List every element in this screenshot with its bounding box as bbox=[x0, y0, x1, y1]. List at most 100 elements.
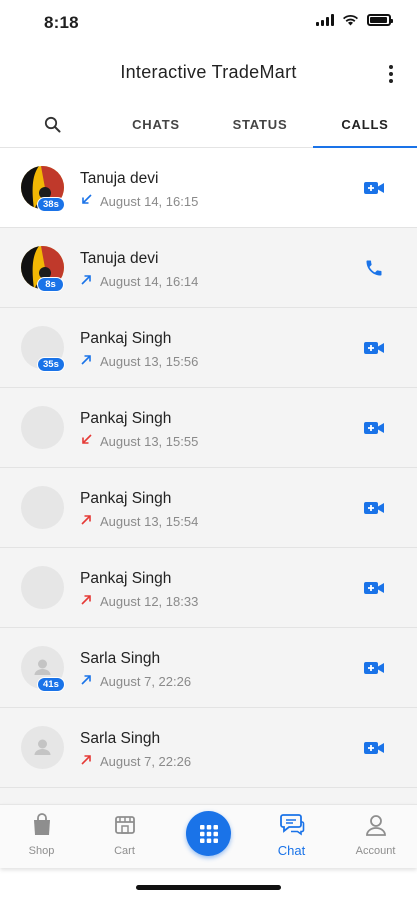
avatar: 35s bbox=[21, 326, 65, 372]
call-time: August 14, 16:15 bbox=[100, 193, 199, 209]
avatar: 38s bbox=[21, 166, 65, 212]
nav-cart-label: Cart bbox=[114, 845, 135, 857]
avatar: 41s bbox=[21, 646, 65, 692]
call-meta: August 12, 18:33 bbox=[80, 593, 198, 609]
video-call-button[interactable] bbox=[363, 177, 385, 199]
battery-icon bbox=[367, 14, 393, 26]
video-call-button[interactable] bbox=[363, 497, 385, 519]
call-row[interactable]: Pankaj Singh August 12, 18:33 bbox=[0, 548, 417, 628]
missed-incoming-call-arrow-icon bbox=[82, 434, 92, 444]
caller-name: Sarla Singh bbox=[80, 730, 161, 747]
call-row[interactable]: 35s Pankaj Singh August 13, 15:56 bbox=[0, 308, 417, 388]
video-call-icon bbox=[364, 422, 384, 434]
apps-grid-button[interactable] bbox=[186, 811, 231, 856]
call-meta: August 7, 22:26 bbox=[80, 753, 191, 769]
tab-status[interactable]: STATUS bbox=[208, 100, 312, 148]
status-time: 8:18 bbox=[44, 13, 79, 32]
search-icon bbox=[44, 116, 60, 132]
nav-chat-label: Chat bbox=[277, 843, 306, 858]
tab-calls[interactable]: CALLS bbox=[313, 100, 417, 149]
nav-account[interactable]: Account bbox=[334, 811, 417, 863]
tab-bar: CHATS STATUS CALLS bbox=[0, 100, 417, 149]
call-row[interactable]: Pankaj Singh August 13, 15:55 bbox=[0, 388, 417, 468]
video-call-icon bbox=[364, 502, 384, 514]
nav-cart[interactable]: Cart bbox=[83, 811, 166, 863]
nav-shop[interactable]: Shop bbox=[0, 811, 83, 863]
call-meta: August 13, 15:54 bbox=[80, 513, 198, 529]
incoming-call-arrow-icon bbox=[82, 194, 92, 204]
avatar bbox=[21, 566, 64, 609]
caller-name: Pankaj Singh bbox=[80, 410, 172, 427]
call-meta: August 14, 16:15 bbox=[80, 193, 198, 209]
call-duration-badge: 8s bbox=[37, 277, 64, 292]
default-person-icon bbox=[34, 739, 51, 755]
missed-outgoing-call-arrow-icon bbox=[81, 595, 91, 605]
outgoing-call-arrow-icon bbox=[81, 275, 91, 285]
call-row[interactable]: Sarla Singh August 7, 22:26 bbox=[0, 708, 417, 788]
call-duration-badge: 41s bbox=[37, 677, 65, 692]
video-call-icon bbox=[364, 662, 384, 674]
caller-name: Tanuja devi bbox=[80, 170, 159, 187]
call-meta: August 14, 16:14 bbox=[80, 273, 198, 289]
call-row[interactable]: 38s Tanuja devi August 14, 16:15 bbox=[0, 148, 417, 228]
wifi-icon bbox=[343, 14, 358, 26]
nav-account-label: Account bbox=[355, 845, 396, 857]
cellular-signal-icon bbox=[316, 14, 334, 26]
video-call-button[interactable] bbox=[363, 577, 385, 599]
tab-chats[interactable]: CHATS bbox=[104, 100, 208, 148]
missed-outgoing-call-arrow-icon bbox=[81, 755, 91, 765]
nav-shop-label: Shop bbox=[28, 845, 55, 857]
grid-icon bbox=[199, 824, 218, 843]
home-indicator bbox=[136, 885, 281, 890]
caller-name: Pankaj Singh bbox=[80, 490, 172, 507]
nav-chat[interactable]: Chat bbox=[250, 811, 333, 863]
app-header: Interactive TradeMart bbox=[0, 48, 417, 100]
avatar bbox=[21, 486, 64, 529]
tab-search[interactable] bbox=[0, 100, 104, 148]
call-meta: August 13, 15:56 bbox=[80, 353, 198, 369]
call-duration-badge: 35s bbox=[37, 357, 65, 372]
chat-bubbles-icon bbox=[279, 814, 304, 836]
video-call-icon bbox=[364, 742, 384, 754]
call-time: August 13, 15:56 bbox=[100, 353, 199, 369]
call-meta: August 7, 22:26 bbox=[80, 673, 191, 689]
call-row[interactable]: Pankaj Singh August 13, 15:54 bbox=[0, 468, 417, 548]
caller-name: Pankaj Singh bbox=[80, 570, 172, 587]
video-call-button[interactable] bbox=[363, 657, 385, 679]
video-call-icon bbox=[364, 342, 384, 354]
video-call-button[interactable] bbox=[363, 417, 385, 439]
status-bar: 8:18 bbox=[0, 0, 417, 48]
call-duration-badge: 38s bbox=[37, 197, 65, 212]
outgoing-call-arrow-icon bbox=[81, 355, 91, 365]
call-list[interactable]: 38s Tanuja devi August 14, 16:15 8s Tanu… bbox=[0, 148, 417, 804]
video-call-button[interactable] bbox=[363, 337, 385, 359]
caller-name: Pankaj Singh bbox=[80, 330, 172, 347]
overflow-menu-button[interactable] bbox=[379, 60, 403, 88]
voice-call-button[interactable] bbox=[363, 257, 385, 279]
video-call-icon bbox=[364, 582, 384, 594]
video-call-button[interactable] bbox=[363, 737, 385, 759]
caller-name: Sarla Singh bbox=[80, 650, 161, 667]
avatar bbox=[21, 726, 64, 769]
missed-outgoing-call-arrow-icon bbox=[81, 515, 91, 525]
status-icons bbox=[316, 14, 393, 26]
call-row[interactable]: 41s Sarla Singh August 7, 22:26 bbox=[0, 628, 417, 708]
account-icon bbox=[365, 815, 386, 836]
call-time: August 14, 16:14 bbox=[100, 273, 199, 289]
caller-name: Tanuja devi bbox=[80, 250, 159, 267]
storefront-icon bbox=[114, 816, 135, 834]
call-time: August 13, 15:55 bbox=[100, 433, 199, 449]
call-time: August 12, 18:33 bbox=[100, 593, 199, 609]
avatar bbox=[21, 406, 64, 449]
call-meta: August 13, 15:55 bbox=[80, 433, 198, 449]
outgoing-call-arrow-icon bbox=[81, 675, 91, 685]
call-time: August 13, 15:54 bbox=[100, 513, 199, 529]
shopping-bag-icon bbox=[33, 813, 50, 835]
call-row[interactable]: 8s Tanuja devi August 14, 16:14 bbox=[0, 228, 417, 308]
call-time: August 7, 22:26 bbox=[100, 753, 192, 769]
avatar: 8s bbox=[21, 246, 64, 292]
call-time: August 7, 22:26 bbox=[100, 673, 192, 689]
video-call-icon bbox=[364, 182, 384, 194]
phone-icon bbox=[366, 260, 382, 276]
bottom-navigation: Shop Cart Chat Account bbox=[0, 804, 417, 868]
